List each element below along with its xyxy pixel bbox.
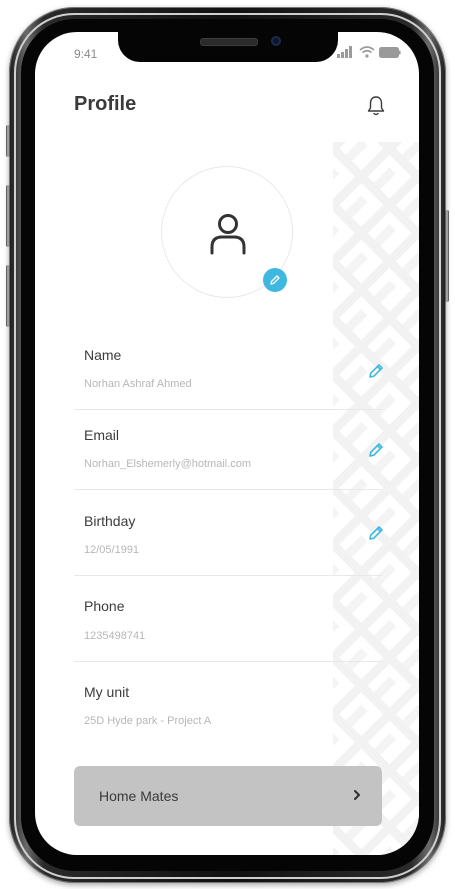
birthday-value: 12/05/1991	[84, 544, 140, 556]
divider	[74, 575, 382, 576]
chevron-right-icon	[354, 790, 360, 800]
avatar-edit-button[interactable]	[263, 268, 287, 292]
edit-name-pencil-icon[interactable]	[367, 362, 385, 380]
unit-label: My unit	[84, 684, 130, 700]
phone-label: Phone	[84, 598, 125, 614]
power-button	[445, 210, 449, 302]
edit-email-pencil-icon[interactable]	[367, 441, 385, 459]
notch	[118, 32, 338, 62]
unit-value: 25D Hyde park - Project A	[84, 715, 212, 727]
status-icons	[337, 46, 401, 58]
phone-value: 1235498741	[84, 630, 146, 642]
mute-switch	[6, 125, 10, 157]
speaker-grille	[200, 38, 258, 46]
app-screen: 9:41 Profile Name Norhan Ashraf Ahmed Em…	[35, 32, 419, 855]
home-mates-label: Home Mates	[99, 788, 179, 804]
email-value: Norhan_Elshemerly@hotmail.com	[84, 458, 252, 470]
divider	[74, 489, 382, 490]
divider	[74, 409, 382, 410]
pencil-icon	[270, 275, 280, 285]
signal-icon	[337, 46, 352, 58]
volume-up-button	[6, 185, 10, 247]
name-label: Name	[84, 347, 122, 363]
bell-icon[interactable]	[366, 95, 386, 117]
edit-birthday-pencil-icon[interactable]	[367, 524, 385, 542]
home-mates-button[interactable]: Home Mates	[74, 766, 382, 826]
volume-down-button	[6, 265, 10, 327]
front-camera	[271, 36, 281, 46]
background-pattern	[333, 142, 419, 855]
divider	[74, 661, 382, 662]
birthday-label: Birthday	[84, 513, 136, 529]
wifi-icon	[359, 46, 375, 58]
mockup-stage: 9:41 Profile Name Norhan Ashraf Ahmed Em…	[0, 0, 455, 889]
battery-icon	[379, 46, 401, 58]
status-time: 9:41	[74, 47, 98, 61]
name-value: Norhan Ashraf Ahmed	[84, 378, 192, 390]
email-label: Email	[84, 427, 120, 443]
page-title: Profile	[74, 93, 137, 115]
